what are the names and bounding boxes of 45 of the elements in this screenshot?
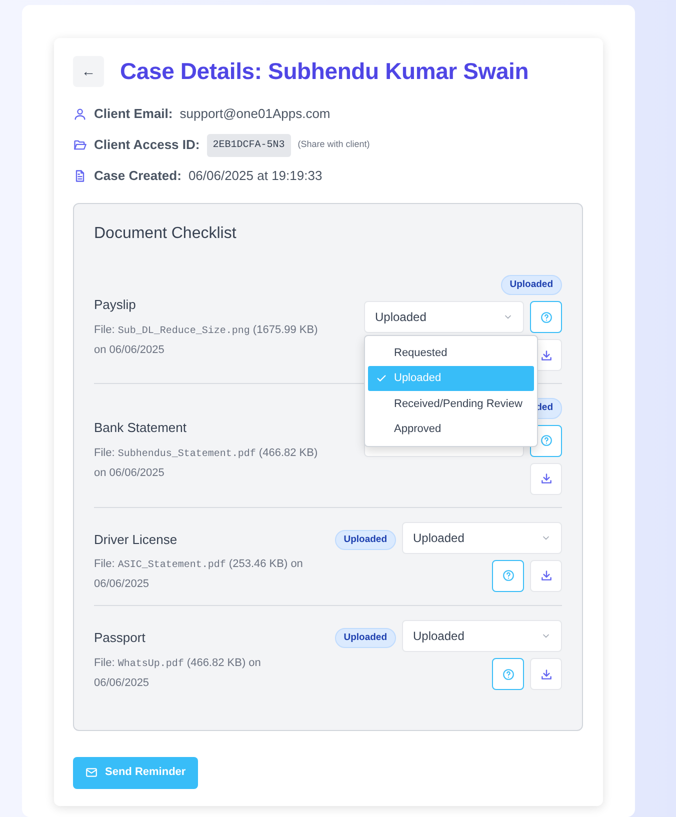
- field-label: Client Email:: [94, 105, 173, 124]
- field-label: Case Created:: [94, 167, 182, 186]
- help-icon: [502, 668, 514, 681]
- document-name: Bank Statement: [94, 419, 188, 438]
- section-title: Document Checklist: [94, 224, 238, 244]
- download-icon: [540, 348, 552, 362]
- document-name: Payslip: [94, 296, 137, 314]
- status-select[interactable]: Uploaded: [364, 301, 524, 334]
- document-name: Passport: [94, 629, 146, 648]
- field-value: 06/06/2025 at 19:19:33: [188, 167, 322, 186]
- page-title: Case Details: Subhendu Kumar Swain: [120, 58, 529, 86]
- field-label: Client Access ID:: [94, 136, 200, 154]
- status-select[interactable]: Uploaded: [402, 522, 562, 554]
- status-badge: Uploaded: [334, 530, 396, 550]
- check-icon: [376, 373, 387, 384]
- status-select[interactable]: Uploaded: [402, 620, 562, 652]
- help-icon: [502, 569, 514, 582]
- download-icon: [540, 668, 552, 681]
- download-icon: [540, 569, 552, 582]
- download-button[interactable]: [530, 462, 562, 495]
- status-badge: Uploaded: [500, 275, 562, 296]
- download-button[interactable]: [530, 658, 562, 690]
- help-button[interactable]: [530, 301, 562, 334]
- help-icon: [540, 310, 552, 324]
- document-name: Driver License: [94, 530, 178, 549]
- menu-option[interactable]: Approved: [368, 416, 534, 442]
- help-button[interactable]: [492, 560, 524, 592]
- file-info: File: Sub_DL_Reduce_Size.png (1675.99 KB) on 06/06/2025: [94, 322, 319, 358]
- help-button[interactable]: [492, 658, 524, 690]
- menu-option[interactable]: Requested: [368, 340, 534, 366]
- folder-icon: [73, 138, 87, 152]
- download-button[interactable]: [530, 560, 562, 592]
- user-icon: [73, 107, 87, 121]
- file-info: File: WhatsUp.pdf (466.82 KB) on 06/06/2025: [94, 656, 262, 691]
- back-button[interactable]: ←: [73, 56, 104, 87]
- file-info: File: ASIC_Statement.pdf (253.46 KB) on 06/06/2025: [94, 557, 304, 592]
- file-info: File: Subhendus_Statement.pdf (466.82 KB) on 06/06/2025: [94, 446, 319, 481]
- download-icon: [540, 472, 552, 486]
- mail-icon: [85, 766, 98, 780]
- hint-text: (Share with client): [298, 138, 370, 152]
- access-id: 2EB1DCFA-5N3: [206, 134, 291, 156]
- field-value: support@one01Apps.com: [180, 105, 330, 124]
- status-badge: Uploaded: [334, 628, 396, 648]
- document-icon: [73, 169, 87, 183]
- help-icon: [540, 434, 552, 448]
